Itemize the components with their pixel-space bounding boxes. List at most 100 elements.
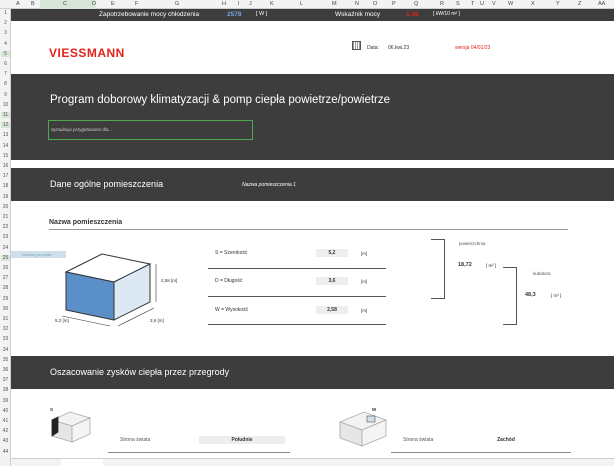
row-11[interactable]: 11 bbox=[1, 112, 10, 118]
row-15[interactable]: 15 bbox=[1, 153, 10, 159]
row-5[interactable]: 5 bbox=[1, 50, 10, 57]
col-l[interactable]: L bbox=[300, 1, 303, 7]
col-t[interactable]: T bbox=[471, 1, 474, 7]
col-h[interactable]: H bbox=[222, 1, 226, 7]
row-2[interactable]: 2 bbox=[1, 20, 10, 26]
row-34[interactable]: 34 bbox=[1, 347, 10, 353]
version-label: wersja 04/01/23 bbox=[455, 45, 491, 51]
length-value[interactable]: 3,6 bbox=[316, 277, 348, 285]
row-44[interactable]: 44 bbox=[1, 449, 10, 455]
row-43[interactable]: 43 bbox=[1, 438, 10, 444]
col-a[interactable]: A bbox=[16, 1, 20, 7]
width-underline bbox=[208, 268, 386, 269]
volume-label: kubatura bbox=[533, 271, 551, 276]
row-13[interactable]: 13 bbox=[1, 132, 10, 138]
row-26[interactable]: 26 bbox=[1, 265, 10, 271]
height-value[interactable]: 2,58 bbox=[316, 306, 348, 314]
row-42[interactable]: 42 bbox=[1, 428, 10, 434]
row-23[interactable]: 23 bbox=[1, 234, 10, 240]
row-36[interactable]: 36 bbox=[1, 367, 10, 373]
col-c[interactable]: C bbox=[63, 1, 67, 7]
row-32[interactable]: 32 bbox=[1, 326, 10, 332]
height-underline bbox=[208, 324, 386, 325]
wall-south-icon bbox=[50, 411, 92, 443]
row-10[interactable]: 10 bbox=[1, 102, 10, 108]
row-18[interactable]: 18 bbox=[1, 183, 10, 189]
active-sheet-tab[interactable] bbox=[61, 459, 103, 466]
box-width-label: 5,2 [m] bbox=[55, 318, 69, 323]
col-w[interactable]: W bbox=[508, 1, 513, 7]
date-label: Data: bbox=[367, 45, 379, 51]
row-1[interactable]: 1 bbox=[1, 10, 10, 16]
length-label: D = Długość bbox=[215, 278, 243, 284]
row-22[interactable]: 22 bbox=[1, 224, 10, 230]
row-31[interactable]: 31 bbox=[1, 316, 10, 322]
col-m[interactable]: M bbox=[332, 1, 337, 7]
row-20[interactable]: 20 bbox=[1, 204, 10, 210]
gains-section-header: Oszacowanie zysków ciepła przez przegrod… bbox=[11, 356, 614, 389]
row-38[interactable]: 38 bbox=[1, 387, 10, 393]
row-12[interactable]: 12 bbox=[1, 122, 10, 129]
volume-value: 48,3 bbox=[525, 292, 536, 298]
col-d[interactable]: D bbox=[92, 1, 96, 7]
row-3[interactable]: 3 bbox=[1, 30, 10, 36]
row-25[interactable]: 25 bbox=[1, 254, 10, 261]
col-p[interactable]: P bbox=[392, 1, 396, 7]
width-value[interactable]: 5,2 bbox=[316, 249, 348, 257]
col-y[interactable]: Y bbox=[556, 1, 560, 7]
row-4[interactable]: 4 bbox=[1, 41, 10, 47]
row-8[interactable]: 8 bbox=[1, 81, 10, 87]
simulation-for-input[interactable]: Symulacja przygotowano dla... bbox=[48, 120, 253, 140]
row-7[interactable]: 7 bbox=[1, 71, 10, 77]
col-k[interactable]: K bbox=[270, 1, 274, 7]
col-f[interactable]: F bbox=[135, 1, 138, 7]
viessmann-logo: VIESSMANN bbox=[49, 46, 125, 60]
sheet-tabs-bar bbox=[11, 458, 614, 466]
row-9[interactable]: 9 bbox=[1, 92, 10, 98]
col-b[interactable]: B bbox=[31, 1, 35, 7]
wall-w-direction[interactable]: Zachód bbox=[470, 436, 542, 444]
row-24[interactable]: 24 bbox=[1, 245, 10, 251]
row-16[interactable]: 16 bbox=[1, 163, 10, 169]
col-o[interactable]: O bbox=[373, 1, 377, 7]
row-19[interactable]: 19 bbox=[1, 194, 10, 200]
room-name-value[interactable]: Nazwa pomieszczenia 1 bbox=[242, 182, 296, 188]
row-28[interactable]: 28 bbox=[1, 285, 10, 291]
row-17[interactable]: 17 bbox=[1, 173, 10, 179]
wall-w-strona-label: Strona świata bbox=[403, 437, 434, 443]
row-27[interactable]: 27 bbox=[1, 275, 10, 281]
row-21[interactable]: 21 bbox=[1, 214, 10, 220]
wall-s-direction[interactable]: Południe bbox=[199, 436, 285, 444]
col-n[interactable]: N bbox=[355, 1, 359, 7]
col-x[interactable]: X bbox=[531, 1, 535, 7]
general-section-header: Dane ogólne pomieszczenia Nazwa pomieszc… bbox=[11, 168, 614, 201]
row-14[interactable]: 14 bbox=[1, 143, 10, 149]
area-bracket bbox=[431, 239, 445, 299]
row-35[interactable]: 35 bbox=[1, 357, 10, 363]
row-33[interactable]: 33 bbox=[1, 336, 10, 342]
simulation-placeholder: Symulacja przygotowano dla... bbox=[51, 127, 113, 132]
col-u[interactable]: U bbox=[480, 1, 484, 7]
row-37[interactable]: 37 bbox=[1, 377, 10, 383]
col-e[interactable]: E bbox=[111, 1, 115, 7]
column-header-bar: A B C D E F G H I J K L M N O P Q R S T … bbox=[0, 0, 614, 9]
row-29[interactable]: 29 bbox=[1, 296, 10, 302]
width-unit: [m] bbox=[361, 251, 368, 256]
row-6[interactable]: 6 bbox=[1, 61, 10, 67]
col-aa[interactable]: AA bbox=[598, 1, 605, 7]
col-i[interactable]: I bbox=[238, 1, 240, 7]
col-j[interactable]: J bbox=[249, 1, 252, 7]
col-s[interactable]: S bbox=[456, 1, 460, 7]
col-g[interactable]: G bbox=[175, 1, 179, 7]
col-z[interactable]: Z bbox=[578, 1, 581, 7]
date-value[interactable]: 06.kwi.23 bbox=[388, 45, 409, 51]
col-v[interactable]: V bbox=[492, 1, 496, 7]
general-heading: Dane ogólne pomieszczenia bbox=[50, 179, 164, 189]
row-39[interactable]: 39 bbox=[1, 398, 10, 404]
calendar-icon bbox=[352, 41, 361, 50]
row-41[interactable]: 41 bbox=[1, 418, 10, 424]
row-40[interactable]: 40 bbox=[1, 408, 10, 414]
col-q[interactable]: Q bbox=[414, 1, 418, 7]
row-30[interactable]: 30 bbox=[1, 306, 10, 312]
col-r[interactable]: R bbox=[440, 1, 444, 7]
